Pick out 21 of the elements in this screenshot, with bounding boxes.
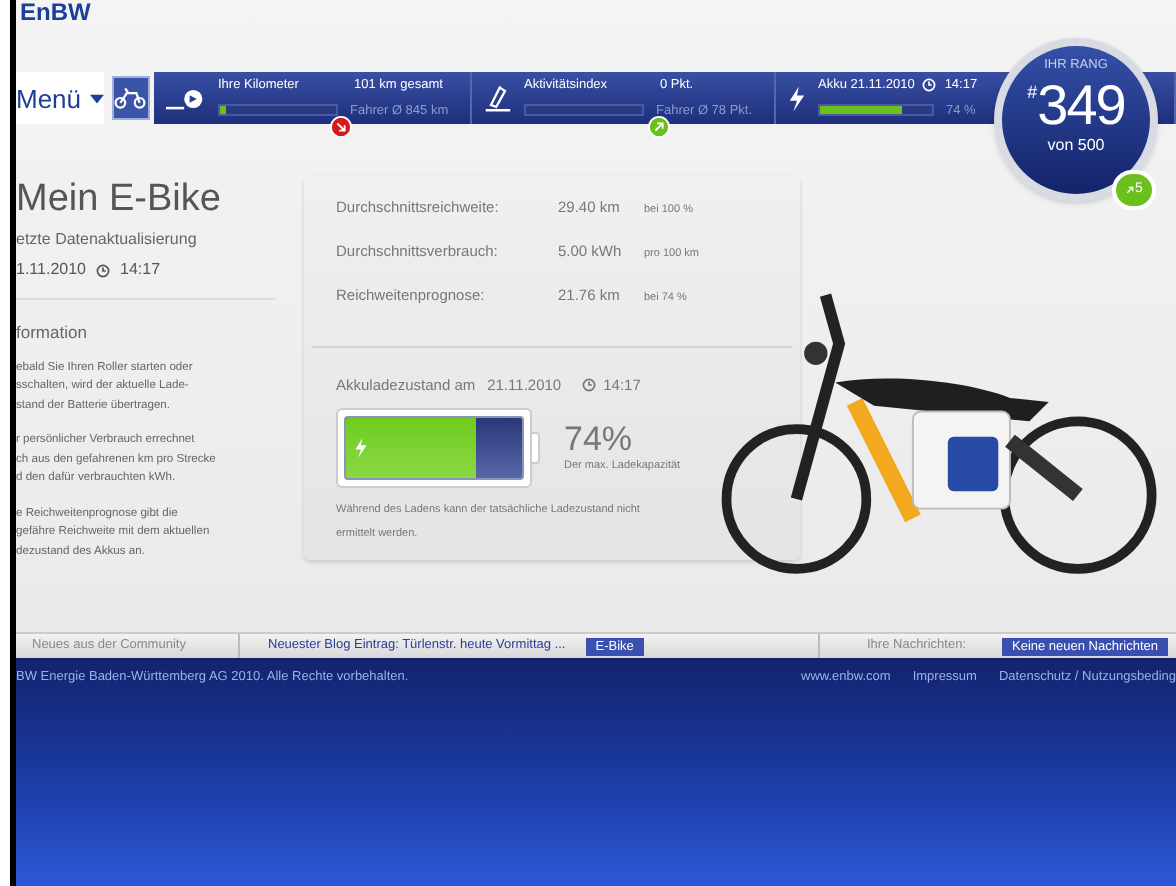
rank-prefix: # — [1027, 83, 1038, 101]
lightning-icon — [788, 85, 806, 111]
bike-button[interactable] — [111, 76, 150, 120]
update-date: 1.11.2010 — [16, 258, 86, 282]
update-label: etzte Datenaktualisierung — [16, 228, 199, 252]
arrow-icon — [1125, 186, 1134, 194]
rank-number: 349 — [1037, 77, 1125, 133]
logo: EnBW — [20, 0, 91, 24]
pencil-icon — [484, 84, 512, 112]
clock-icon — [922, 78, 937, 93]
caret-icon — [89, 93, 104, 103]
info-heading: formation — [16, 320, 89, 346]
lightning-icon — [354, 438, 368, 459]
motorbike-icon — [114, 86, 147, 110]
charge-percent: 74% — [564, 422, 635, 457]
page-title: Mein E-Bike — [16, 180, 223, 218]
clock-icon — [96, 263, 110, 277]
menu-button[interactable]: Menü — [16, 72, 104, 124]
update-time: 14:17 — [120, 258, 161, 282]
rank-total: von 500 — [1047, 137, 1105, 153]
clock-icon — [581, 378, 596, 393]
